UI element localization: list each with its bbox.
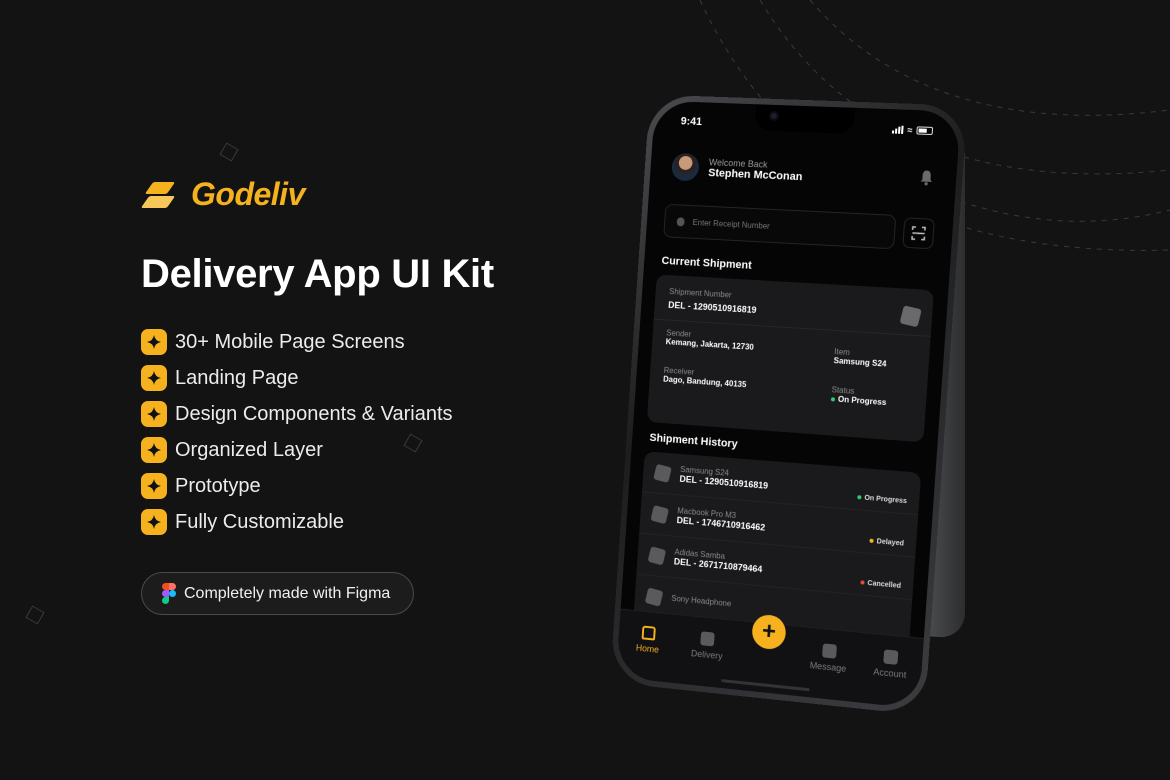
sparkle-icon (141, 509, 167, 535)
brand: Godeliv (140, 176, 305, 213)
package-icon (647, 545, 667, 566)
figma-logo-icon (162, 582, 176, 605)
feature-label: Design Components & Variants (175, 402, 453, 425)
avatar[interactable] (670, 152, 700, 182)
status-dot (857, 495, 862, 500)
package-icon (700, 631, 716, 647)
package-icon (650, 504, 670, 524)
status-value: On Progress (837, 394, 887, 408)
status-dot (869, 538, 874, 544)
receipt-search-input[interactable] (692, 217, 895, 237)
feature-label: Fully Customizable (175, 510, 344, 533)
status-time: 9:41 (680, 115, 703, 129)
tab-delivery[interactable]: Delivery (682, 630, 732, 662)
feature-item: 30+ Mobile Page Screens (141, 324, 453, 360)
shipment-history-title: Shipment History (649, 431, 738, 451)
history-item-status: Delayed (876, 538, 905, 548)
phone-frame: 9:41 ≈ Welcome Back Stephen McConan Ente… (609, 94, 968, 716)
tab-label: Message (809, 660, 847, 674)
decor-diamond (25, 605, 45, 625)
tab-label: Home (635, 642, 660, 655)
bell-icon[interactable] (919, 169, 934, 186)
brand-logo-icon (140, 180, 183, 210)
feature-label: 30+ Mobile Page Screens (175, 330, 405, 353)
feature-item: Fully Customizable (141, 504, 453, 540)
feature-label: Prototype (175, 474, 261, 497)
signal-icon (891, 125, 904, 134)
figma-badge-button[interactable]: Completely made with Figma (141, 572, 414, 615)
current-shipment-card[interactable]: Shipment Number DEL - 1290510916819 Send… (646, 274, 935, 443)
app-header: Welcome Back Stephen McConan (670, 152, 935, 193)
feature-item: Organized Layer (141, 432, 453, 468)
scan-button[interactable] (902, 217, 935, 250)
scan-icon (911, 226, 926, 241)
feature-item: Design Components & Variants (141, 396, 453, 432)
tab-home[interactable]: Home (623, 624, 673, 656)
feature-label: Landing Page (175, 366, 299, 389)
feature-item: Prototype (141, 468, 453, 504)
feature-list: 30+ Mobile Page Screens Landing Page Des… (141, 324, 453, 540)
tab-label: Delivery (690, 648, 723, 662)
brand-name: Godeliv (191, 176, 305, 212)
decor-diamond (219, 142, 239, 162)
status-dot (830, 397, 836, 402)
tab-account[interactable]: Account (864, 648, 917, 681)
tab-label: Account (873, 666, 907, 680)
package-icon (644, 586, 664, 607)
feature-item: Landing Page (141, 360, 453, 396)
phone-mockup: 9:41 ≈ Welcome Back Stephen McConan Ente… (609, 94, 968, 716)
history-item-status: On Progress (864, 494, 908, 506)
sparkle-icon (141, 437, 167, 463)
sparkle-icon (141, 365, 167, 391)
feature-label: Organized Layer (175, 438, 323, 461)
headline: Delivery App UI Kit (141, 252, 494, 296)
receipt-search-field[interactable] (663, 203, 897, 250)
tab-message[interactable]: Message (803, 642, 855, 675)
search-icon (676, 216, 686, 226)
current-shipment-title: Current Shipment (661, 254, 753, 272)
battery-icon (916, 126, 934, 136)
figma-badge-label: Completely made with Figma (184, 584, 391, 602)
sparkle-icon (141, 473, 167, 499)
phone-screen: 9:41 ≈ Welcome Back Stephen McConan Ente… (615, 100, 961, 709)
sparkle-icon (141, 329, 167, 355)
wifi-icon: ≈ (907, 124, 913, 136)
account-icon (883, 649, 899, 665)
search-row (663, 203, 935, 252)
message-icon (821, 643, 837, 659)
package-icon (653, 463, 672, 483)
sparkle-icon (141, 401, 167, 427)
status-dot (860, 580, 865, 585)
package-icon (899, 305, 922, 328)
home-icon (641, 625, 656, 641)
history-item-status: Cancelled (867, 579, 902, 591)
